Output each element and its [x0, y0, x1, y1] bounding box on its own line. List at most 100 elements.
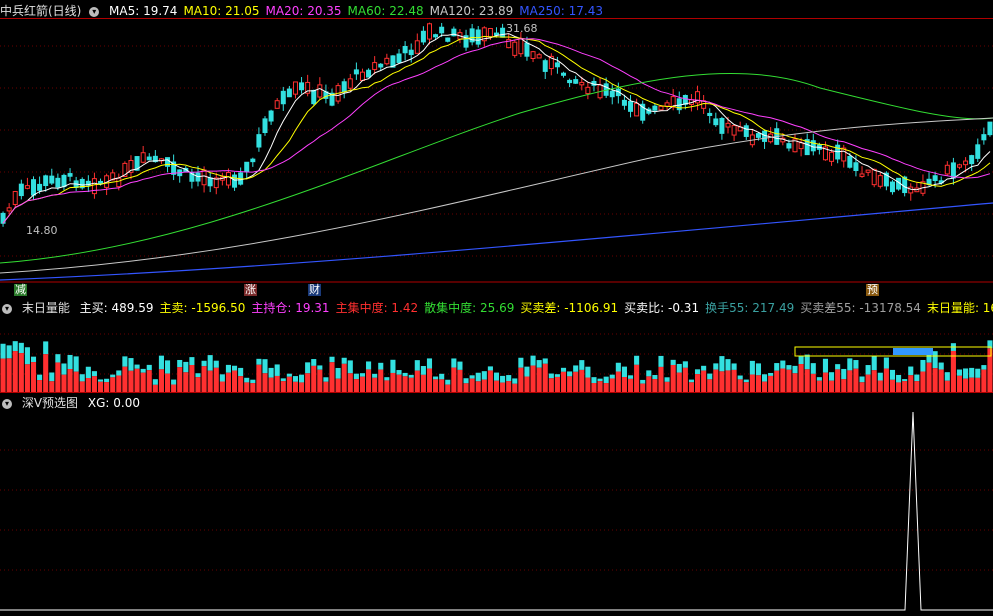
volume-buy-bar-20: [122, 356, 128, 367]
stock-title[interactable]: 中兵红箭(日线): [0, 4, 81, 18]
volume-sell-bar-42: [256, 364, 262, 392]
event-marker-2[interactable]: 财: [308, 284, 321, 296]
volume-buy-bar-159: [969, 367, 975, 378]
volume-buy-bar-12: [73, 356, 79, 372]
volume-sell-bar-120: [731, 369, 737, 392]
volume-legend-item-5: 买卖差: -1106.91: [520, 301, 619, 315]
ma-label-4: MA120: 23.89: [429, 4, 514, 18]
candle-body-155: [944, 164, 950, 175]
volume-sell-bar-56: [341, 363, 347, 392]
volume-sell-bar-153: [932, 368, 938, 392]
candle-body-73: [445, 37, 451, 42]
volume-sell-bar-145: [883, 368, 889, 392]
volume-chart-panel[interactable]: [0, 316, 993, 394]
ma-label-2: MA20: 20.35: [265, 4, 342, 18]
volume-sell-bar-65: [396, 374, 402, 392]
volume-sell-bar-125: [762, 381, 768, 392]
volume-sell-bar-79: [481, 379, 487, 392]
indicator-title[interactable]: 深V预选图: [22, 396, 78, 410]
candle-body-11: [67, 173, 73, 177]
candle-body-108: [658, 105, 664, 111]
volume-sell-bar-162: [987, 348, 993, 392]
low-price-label: 14.80: [26, 224, 58, 237]
candle-body-9: [55, 177, 61, 188]
volume-sell-bar-90: [548, 378, 554, 392]
candle-body-131: [798, 142, 804, 150]
volume-buy-bar-112: [682, 361, 688, 368]
candle-body-37: [225, 172, 231, 186]
volume-sell-bar-89: [542, 363, 548, 392]
volume-buy-bar-90: [548, 373, 554, 379]
candle-body-89: [542, 60, 548, 72]
volume-sell-bar-121: [737, 379, 743, 392]
volume-buy-bar-86: [524, 366, 530, 377]
volume-sell-bar-67: [408, 377, 414, 392]
candle-body-88: [536, 54, 542, 59]
volume-sell-bar-22: [134, 368, 140, 392]
candle-body-66: [402, 45, 408, 54]
candlestick-chart[interactable]: [0, 18, 993, 300]
volume-panel-header: ▾ 末日量能 主买: 489.59 主卖: -1596.50 主持仓: 19.31 主…: [0, 301, 993, 315]
event-marker-3[interactable]: 预: [866, 284, 879, 296]
candle-body-92: [561, 72, 567, 76]
volume-buy-bar-134: [816, 377, 822, 381]
candle-body-107: [652, 105, 658, 111]
candle-body-161: [981, 134, 987, 141]
volume-buy-bar-114: [694, 369, 701, 375]
candle-body-109: [664, 102, 670, 107]
volume-buy-bar-23: [140, 368, 146, 373]
candle-body-100: [609, 90, 615, 98]
candle-body-8: [49, 175, 55, 184]
volume-sell-bar-92: [560, 371, 567, 392]
volume-sell-bar-8: [49, 381, 55, 392]
volume-buy-bar-51: [311, 359, 317, 366]
volume-sell-bar-61: [372, 377, 378, 392]
candle-body-41: [250, 158, 256, 163]
volume-sell-bar-138: [841, 379, 847, 392]
indicator-chart-panel[interactable]: [0, 410, 993, 616]
volume-buy-bar-146: [889, 369, 896, 380]
volume-buy-bar-27: [164, 360, 171, 374]
volume-sell-bar-68: [414, 370, 420, 392]
candle-body-149: [908, 186, 914, 194]
volume-sell-bar-87: [530, 365, 536, 392]
volume-sell-bar-48: [292, 381, 299, 392]
volume-sell-bar-133: [810, 373, 816, 392]
volume-indicator-title[interactable]: 末日量能: [22, 301, 70, 315]
volume-buy-bar-28: [171, 379, 177, 385]
indicator-line-chart[interactable]: [0, 410, 993, 616]
volume-buy-bar-56: [341, 357, 347, 364]
chevron-down-icon[interactable]: ▾: [2, 303, 12, 314]
candle-body-68: [414, 40, 420, 54]
chevron-down-icon[interactable]: ▾: [89, 6, 100, 17]
volume-sell-bar-47: [286, 376, 292, 392]
volume-sell-bar-132: [804, 369, 810, 392]
ma-line-4: [0, 117, 993, 274]
volume-buy-bar-10: [61, 363, 67, 375]
volume-buy-bar-4: [24, 347, 30, 365]
volume-sell-bar-151: [920, 371, 926, 392]
candle-body-42: [256, 134, 262, 148]
volume-buy-bar-142: [865, 365, 871, 375]
volume-sell-bar-17: [104, 382, 110, 392]
volume-sell-bar-143: [871, 370, 877, 392]
volume-sell-bar-150: [914, 381, 920, 392]
volume-sell-bar-141: [859, 382, 865, 392]
volume-buy-bar-16: [97, 379, 104, 382]
volume-sell-bar-158: [963, 378, 969, 392]
candle-body-139: [847, 156, 853, 168]
candle-body-70: [426, 23, 432, 40]
event-marker-0[interactable]: 减: [14, 284, 27, 296]
volume-bar-chart[interactable]: [0, 316, 993, 394]
volume-buy-bar-94: [573, 365, 579, 372]
price-chart-panel[interactable]: 31.68 14.80: [0, 18, 993, 300]
candle-body-96: [585, 86, 591, 95]
volume-buy-bar-77: [469, 375, 475, 379]
candle-body-118: [719, 117, 725, 134]
volume-buy-bar-1: [6, 345, 12, 359]
chevron-down-icon[interactable]: ▾: [2, 398, 12, 409]
volume-buy-bar-145: [883, 357, 889, 369]
event-marker-1[interactable]: 涨: [244, 284, 257, 296]
volume-buy-bar-54: [329, 356, 335, 363]
candle-body-48: [292, 81, 298, 95]
